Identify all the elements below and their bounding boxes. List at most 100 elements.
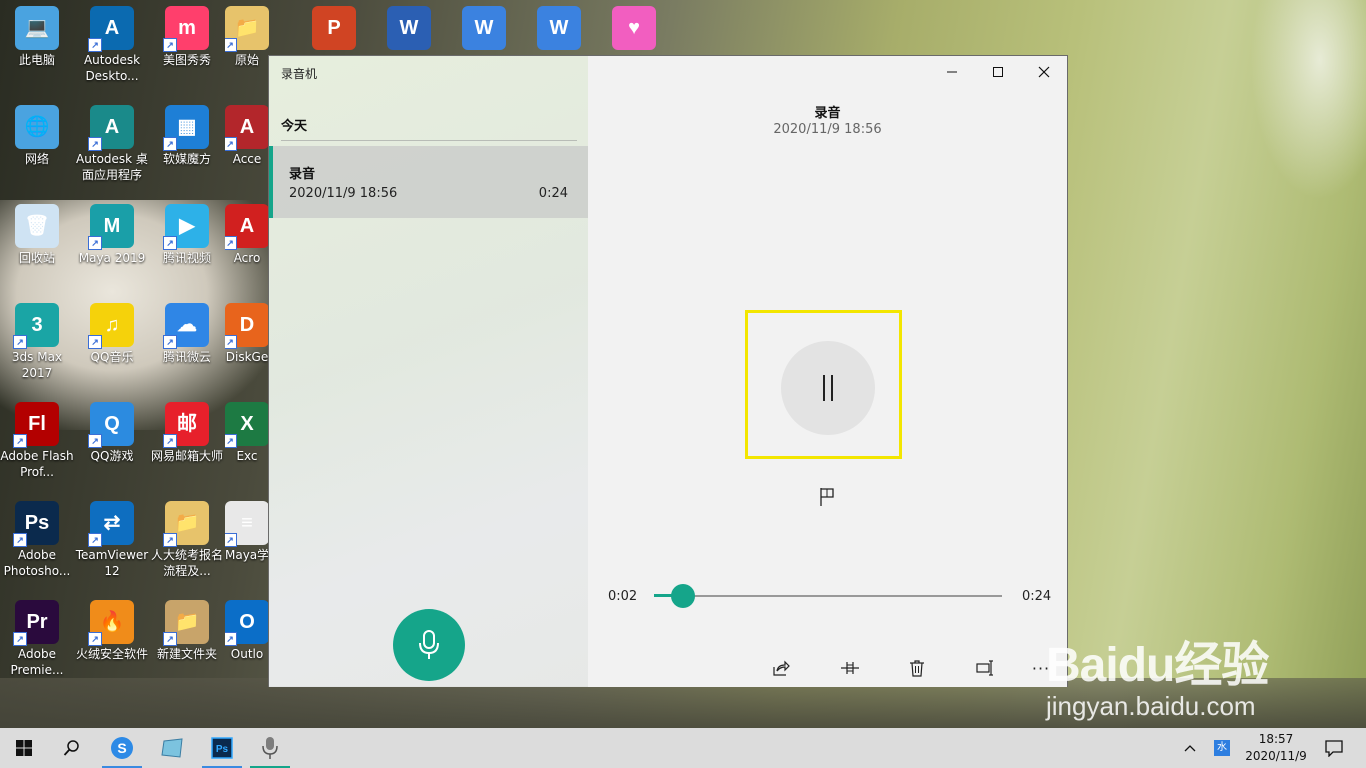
desktop-icon[interactable]: A ↗ Acro bbox=[225, 204, 269, 266]
svg-text:Ps: Ps bbox=[216, 744, 229, 755]
desktop-icon[interactable]: ♫ ↗ QQ音乐 bbox=[75, 303, 149, 365]
close-button[interactable] bbox=[1021, 56, 1067, 88]
seek-track[interactable] bbox=[654, 595, 1002, 597]
desktop-icon[interactable]: 📁 ↗ 原始 bbox=[225, 6, 269, 68]
desktop-icon[interactable]: Pr ↗ Adobe Premie... bbox=[0, 600, 74, 678]
group-header-today: 今天 bbox=[281, 119, 308, 134]
app-icon: P bbox=[312, 6, 356, 50]
desktop-icon[interactable]: W bbox=[522, 6, 596, 52]
desktop-icon-label: DiskGe bbox=[225, 350, 269, 364]
desktop-icon[interactable]: A ↗ Acce bbox=[225, 105, 269, 167]
desktop-icon-label: TeamViewer 12 bbox=[75, 548, 149, 578]
desktop-icon[interactable]: ♥ bbox=[597, 6, 671, 52]
seek-thumb[interactable] bbox=[670, 584, 695, 608]
input-method-indicator[interactable]: 水 bbox=[1208, 728, 1236, 768]
desktop-icon[interactable]: Ps ↗ Adobe Photosho... bbox=[0, 501, 74, 579]
shortcut-arrow-icon: ↗ bbox=[163, 434, 177, 448]
taskbar-app-2[interactable] bbox=[148, 728, 196, 768]
desktop-icon[interactable]: 💻 此电脑 bbox=[0, 6, 74, 68]
app-icon: 🔥 ↗ bbox=[88, 600, 134, 646]
desktop-icon[interactable]: 🗑 回收站 bbox=[0, 204, 74, 266]
app-icon: ♫ ↗ bbox=[88, 303, 134, 349]
desktop-icon-label: Maya学源.t bbox=[225, 548, 269, 562]
playback-date: 2020/11/9 18:56 bbox=[773, 122, 882, 137]
desktop-icon-label: Acro bbox=[233, 251, 261, 265]
clock-time: 18:57 bbox=[1258, 732, 1294, 746]
shortcut-arrow-icon: ↗ bbox=[88, 335, 102, 349]
photoshop-icon: Ps bbox=[211, 737, 233, 759]
recording-list-item[interactable]: 录音 2020/11/9 18:56 0:24 bbox=[269, 146, 588, 218]
desktop-icon[interactable]: X ↗ Exc bbox=[225, 402, 269, 464]
desktop-icon-label: Acce bbox=[232, 152, 262, 166]
desktop-icon[interactable]: ⇄ ↗ TeamViewer 12 bbox=[75, 501, 149, 579]
app-icon: ♥ bbox=[612, 6, 656, 50]
player-pane: 录音 2020/11/9 18:56 0:02 0:24 ··· bbox=[588, 56, 1067, 687]
desktop-icon[interactable]: D ↗ DiskGe bbox=[225, 303, 269, 365]
maximize-icon bbox=[993, 67, 1003, 77]
watermark-url: jingyan.baidu.com bbox=[1046, 691, 1256, 721]
desktop-icon[interactable]: 📁 ↗ 人大统考报名流程及... bbox=[150, 501, 224, 579]
voice-recorder-window: 录音机 今天 录音 2020/11/9 18:56 0:24 录音 2020/1… bbox=[268, 55, 1068, 687]
desktop-icon[interactable]: ☁ ↗ 腾讯微云 bbox=[150, 303, 224, 365]
rename-button[interactable] bbox=[974, 656, 998, 680]
notifications-button[interactable] bbox=[1312, 728, 1356, 768]
shortcut-arrow-icon: ↗ bbox=[225, 236, 237, 250]
desktop-icon[interactable]: W bbox=[372, 6, 446, 52]
recording-name: 录音 bbox=[289, 167, 316, 182]
desktop-icon[interactable]: P bbox=[297, 6, 371, 52]
trim-button[interactable] bbox=[838, 656, 862, 680]
desktop-icon[interactable]: A ↗ Autodesk Deskto... bbox=[75, 6, 149, 84]
desktop-icon[interactable]: 邮 ↗ 网易邮箱大师 bbox=[150, 402, 224, 464]
desktop-icon[interactable]: O ↗ Outlo bbox=[225, 600, 269, 662]
app-icon: 🗑 bbox=[15, 204, 59, 248]
desktop-icon[interactable]: A ↗ Autodesk 桌面应用程序 bbox=[75, 105, 149, 183]
desktop-icon[interactable]: 🌐 网络 bbox=[0, 105, 74, 167]
desktop-icon-label: 人大统考报名流程及... bbox=[150, 548, 223, 578]
desktop-icon[interactable]: 📁 ↗ 新建文件夹 bbox=[150, 600, 224, 662]
desktop-icon-label: 网易邮箱大师 bbox=[150, 449, 223, 463]
app-icon: A ↗ bbox=[88, 105, 134, 151]
rename-icon bbox=[976, 660, 993, 676]
record-button[interactable] bbox=[393, 609, 465, 681]
desktop-icon[interactable]: m ↗ 美图秀秀 bbox=[150, 6, 224, 68]
app-icon: 📁 ↗ bbox=[163, 501, 209, 547]
desktop-icon[interactable]: ≡↗Maya学源.t bbox=[225, 501, 269, 563]
pause-button[interactable] bbox=[781, 341, 875, 435]
maximize-button[interactable] bbox=[975, 56, 1021, 88]
app-icon: ⇄ ↗ bbox=[88, 501, 134, 547]
add-marker-flag-icon[interactable] bbox=[817, 486, 839, 508]
desktop-icon[interactable]: M ↗ Maya 2019 bbox=[75, 204, 149, 266]
search-icon bbox=[63, 740, 79, 756]
app-icon: O ↗ bbox=[225, 600, 269, 646]
shortcut-arrow-icon: ↗ bbox=[88, 236, 102, 250]
delete-button[interactable] bbox=[905, 656, 929, 680]
desktop-icon[interactable]: Fl ↗ Adobe Flash Prof... bbox=[0, 402, 74, 480]
taskbar-sogou-browser[interactable]: S bbox=[98, 728, 146, 768]
search-button[interactable] bbox=[48, 728, 96, 768]
svg-text:S: S bbox=[117, 740, 126, 756]
app-icon: Fl ↗ bbox=[13, 402, 59, 448]
desktop-icon[interactable]: ▶ ↗ 腾讯视频 bbox=[150, 204, 224, 266]
desktop-icon-label: 3ds Max 2017 bbox=[11, 350, 63, 380]
share-button[interactable] bbox=[769, 656, 793, 680]
desktop-icon[interactable]: 3 ↗ 3ds Max 2017 bbox=[0, 303, 74, 381]
desktop-icon-label: Adobe Flash Prof... bbox=[0, 449, 74, 479]
shortcut-arrow-icon: ↗ bbox=[225, 137, 237, 151]
desktop-icon-label: QQ游戏 bbox=[90, 449, 134, 463]
desktop-icon[interactable]: Q ↗ QQ游戏 bbox=[75, 402, 149, 464]
minimize-button[interactable] bbox=[929, 56, 975, 88]
show-hidden-icons-button[interactable] bbox=[1168, 728, 1212, 768]
pause-icon bbox=[820, 375, 836, 401]
system-clock[interactable]: 18:57 2020/11/9 bbox=[1240, 731, 1312, 765]
shortcut-arrow-icon: ↗ bbox=[163, 38, 177, 52]
app-icon: ▶ ↗ bbox=[163, 204, 209, 250]
taskbar-photoshop[interactable]: Ps bbox=[198, 728, 246, 768]
desktop-icon[interactable]: ▦ ↗ 软媒魔方 bbox=[150, 105, 224, 167]
taskbar-voice-recorder[interactable] bbox=[246, 728, 294, 768]
tablet-app-icon bbox=[161, 738, 183, 758]
desktop-icon[interactable]: 🔥 ↗ 火绒安全软件 bbox=[75, 600, 149, 662]
start-button[interactable] bbox=[0, 728, 48, 768]
desktop-icon[interactable]: W bbox=[447, 6, 521, 52]
windows-logo-icon bbox=[16, 740, 32, 756]
app-icon: 3 ↗ bbox=[13, 303, 59, 349]
